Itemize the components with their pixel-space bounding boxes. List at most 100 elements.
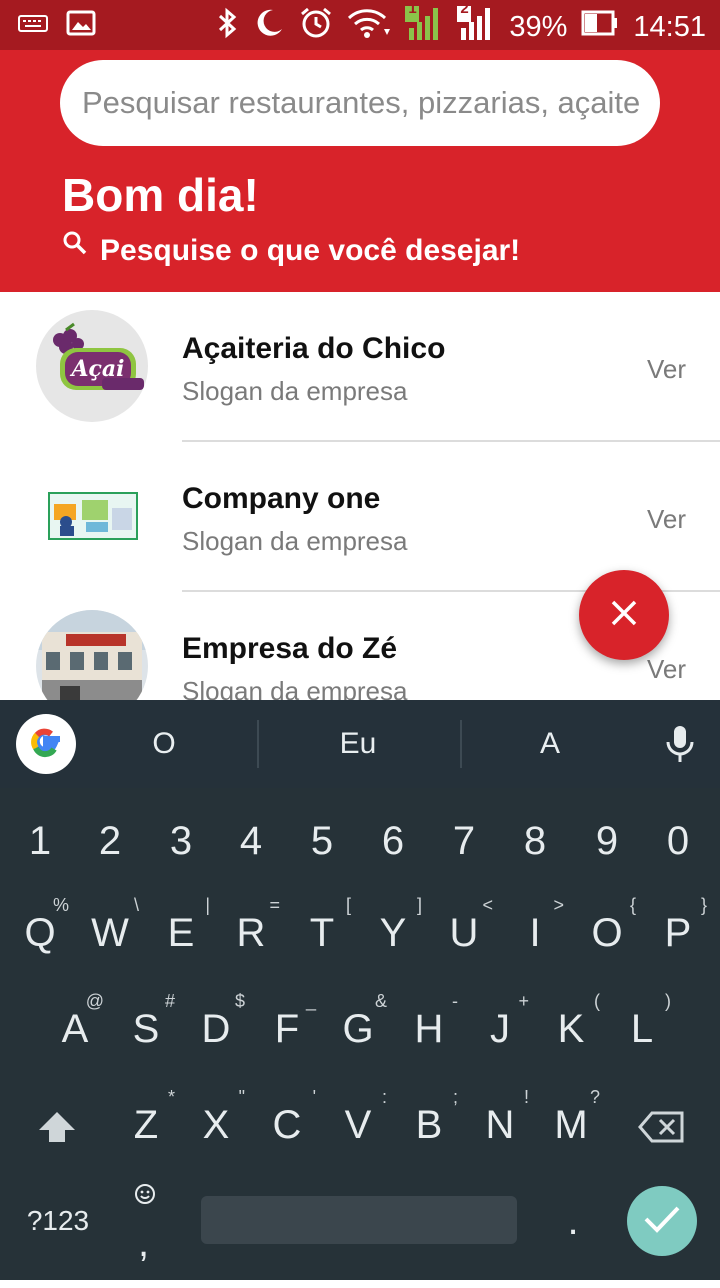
key-8[interactable]: 8 — [500, 796, 570, 886]
key-i[interactable]: I > — [500, 888, 570, 978]
key-hint: = — [269, 895, 280, 915]
key-g[interactable]: G & — [323, 984, 393, 1074]
search-input[interactable] — [80, 84, 644, 122]
key-0[interactable]: 0 — [643, 796, 713, 886]
key-q[interactable]: Q% — [5, 888, 75, 978]
key-c[interactable]: C ' — [252, 1080, 322, 1170]
key-k[interactable]: K( — [536, 984, 606, 1074]
suggestion-divider — [257, 720, 259, 768]
alarm-icon — [299, 6, 333, 48]
key-n[interactable]: N! — [465, 1080, 535, 1170]
key-hint: ' — [312, 1087, 316, 1107]
search-bar[interactable] — [60, 60, 660, 146]
view-button[interactable]: Ver — [647, 504, 686, 535]
symbols-key[interactable]: ?123 — [16, 1176, 100, 1266]
view-button[interactable]: Ver — [647, 654, 686, 685]
suggestion-1[interactable]: O — [104, 700, 224, 788]
key-j[interactable]: J + — [465, 984, 535, 1074]
google-button[interactable] — [16, 714, 76, 774]
key-s[interactable]: S # — [111, 984, 181, 1074]
key-hint: % — [52, 895, 69, 915]
microphone-icon[interactable] — [664, 724, 696, 769]
key-hint: # — [164, 991, 175, 1011]
company-row[interactable]: Açai Açaiteria do Chico Slogan da empres… — [0, 292, 720, 442]
shift-key[interactable] — [22, 1080, 92, 1170]
company-name: Company one — [182, 482, 381, 515]
key-hint: * — [167, 1087, 175, 1107]
key-label: A — [61, 1007, 89, 1051]
key-9[interactable]: 9 — [572, 796, 642, 886]
key-label: V — [344, 1103, 372, 1147]
shift-icon — [37, 1103, 77, 1147]
key-4[interactable]: 4 — [216, 796, 286, 886]
gallery-notification-icon — [66, 10, 96, 41]
company-slogan: Slogan da empresa — [182, 376, 408, 406]
key-a[interactable]: A @ — [40, 984, 110, 1074]
key-6[interactable]: 6 — [358, 796, 428, 886]
key-w[interactable]: W \ — [75, 888, 145, 978]
key-label: H — [414, 1007, 444, 1051]
space-bar[interactable] — [201, 1196, 517, 1244]
key-x[interactable]: X " — [181, 1080, 251, 1170]
keyboard: 1 2 3 4 5 6 7 8 9 0 Q% W \ E | R = T[ Y] U <… — [0, 788, 720, 1280]
key-m[interactable]: M? — [536, 1080, 606, 1170]
key-b[interactable]: B; — [394, 1080, 464, 1170]
key-t[interactable]: T[ — [287, 888, 357, 978]
key-hint: } — [700, 895, 707, 915]
key-label: S — [132, 1007, 160, 1051]
key-label: W — [91, 911, 129, 955]
key-y[interactable]: Y] — [358, 888, 428, 978]
greeting-title: Bom dia! — [62, 169, 259, 221]
key-3[interactable]: 3 — [146, 796, 216, 886]
key-hint: > — [553, 895, 564, 915]
key-hint: @ — [85, 991, 104, 1011]
backspace-key[interactable] — [626, 1080, 696, 1170]
key-label: N — [485, 1103, 515, 1147]
key-1[interactable]: 1 — [5, 796, 75, 886]
key-2[interactable]: 2 — [75, 796, 145, 886]
company-name: Empresa do Zé — [182, 632, 398, 665]
wifi-icon — [347, 7, 391, 47]
key-v[interactable]: V: — [323, 1080, 393, 1170]
enter-button[interactable] — [627, 1186, 697, 1256]
key-d[interactable]: D $ — [181, 984, 251, 1074]
key-label: J — [490, 1007, 510, 1051]
keyboard-suggestion-strip: O Eu A — [0, 700, 720, 788]
key-label: M — [554, 1103, 588, 1147]
subtitle-text: Pesquise o que você desejar! — [100, 234, 521, 267]
period-key[interactable]: . — [538, 1176, 608, 1266]
key-7[interactable]: 7 — [429, 796, 499, 886]
key-h[interactable]: H- — [394, 984, 464, 1074]
key-r[interactable]: R = — [216, 888, 286, 978]
moon-icon — [253, 7, 285, 47]
key-hint: ? — [589, 1087, 600, 1107]
backspace-icon — [638, 1103, 684, 1147]
suggestion-2[interactable]: Eu — [298, 700, 418, 788]
key-label: X — [202, 1103, 230, 1147]
key-hint: ! — [523, 1087, 529, 1107]
google-icon — [26, 722, 66, 767]
key-z[interactable]: Z * — [111, 1080, 181, 1170]
emoji-comma-key[interactable]: , — [110, 1176, 180, 1266]
company-row[interactable]: Company one Slogan da empresa Ver — [0, 442, 720, 592]
key-label: Y — [379, 911, 407, 955]
key-hint: " — [238, 1087, 245, 1107]
key-p[interactable]: P} — [643, 888, 713, 978]
key-l[interactable]: L) — [607, 984, 677, 1074]
key-f[interactable]: F _ — [252, 984, 322, 1074]
key-hint: ( — [594, 991, 600, 1011]
key-label: G — [342, 1007, 374, 1051]
close-fab-button[interactable] — [579, 570, 669, 660]
key-o[interactable]: O{ — [572, 888, 642, 978]
company-slogan: Slogan da empresa — [182, 526, 408, 556]
search-icon — [62, 230, 88, 264]
key-5[interactable]: 5 — [287, 796, 357, 886]
key-label: E — [167, 911, 195, 955]
suggestion-3[interactable]: A — [490, 700, 610, 788]
key-u[interactable]: U < — [429, 888, 499, 978]
key-e[interactable]: E | — [146, 888, 216, 978]
key-label: Z — [133, 1103, 159, 1147]
key-label: F — [274, 1007, 300, 1051]
view-button[interactable]: Ver — [647, 354, 686, 385]
company-logo — [36, 460, 148, 572]
